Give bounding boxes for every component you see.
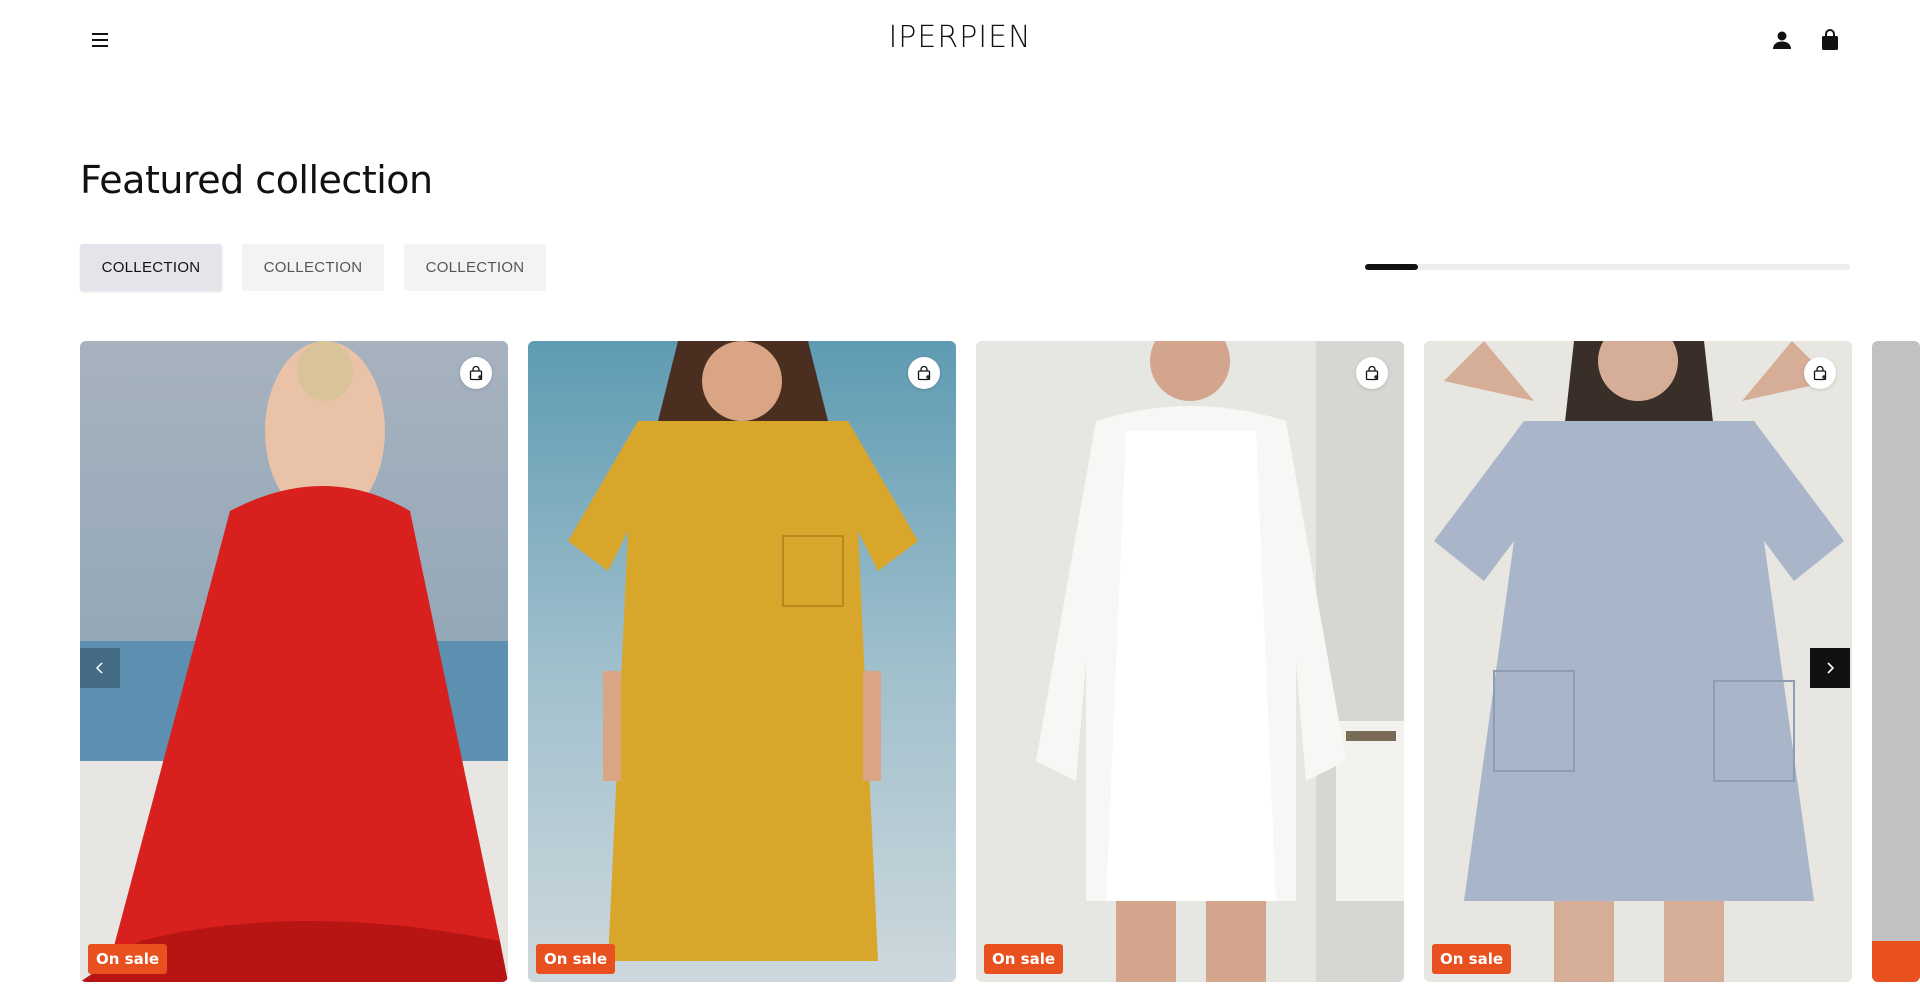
carousel-progress-bar[interactable]	[1365, 264, 1850, 270]
sale-badge: On sale	[536, 944, 616, 974]
shopping-bag-icon[interactable]	[1818, 28, 1842, 52]
chevron-left-icon	[95, 662, 103, 674]
tab-collection-1[interactable]: COLLECTION	[80, 244, 222, 291]
product-card[interactable]: On sale	[1424, 341, 1852, 982]
product-image	[1424, 341, 1852, 982]
add-to-bag-icon[interactable]	[1356, 357, 1388, 389]
sale-badge: On sale	[984, 944, 1064, 974]
carousel-prev-button[interactable]	[80, 648, 120, 688]
product-card[interactable]: On sale	[80, 341, 508, 982]
sale-badge: On sale	[88, 944, 168, 974]
product-image	[80, 341, 508, 982]
user-icon[interactable]	[1770, 28, 1794, 52]
product-card-peek[interactable]	[1872, 341, 1920, 982]
tab-collection-2[interactable]: COLLECTION	[242, 244, 384, 291]
site-header: IPERPIEN	[0, 0, 1920, 80]
add-to-bag-icon[interactable]	[908, 357, 940, 389]
add-to-bag-icon[interactable]	[460, 357, 492, 389]
product-image	[1872, 341, 1920, 982]
collection-tabs: COLLECTION COLLECTION COLLECTION	[80, 244, 546, 291]
logo-wrapper: IPERPIEN	[0, 20, 1920, 55]
product-carousel: On sale On sale On sale On sale	[80, 341, 1920, 982]
carousel-next-button[interactable]	[1810, 648, 1850, 688]
carousel-progress-fill	[1365, 264, 1419, 270]
site-logo[interactable]: IPERPIEN	[888, 20, 1031, 55]
section-title: Featured collection	[80, 158, 433, 202]
add-to-bag-icon[interactable]	[1804, 357, 1836, 389]
product-image	[976, 341, 1404, 982]
tab-collection-3[interactable]: COLLECTION	[404, 244, 546, 291]
product-card[interactable]: On sale	[976, 341, 1404, 982]
chevron-right-icon	[1827, 662, 1835, 674]
product-card[interactable]: On sale	[528, 341, 956, 982]
sale-badge: On sale	[1432, 944, 1512, 974]
product-image	[528, 341, 956, 982]
